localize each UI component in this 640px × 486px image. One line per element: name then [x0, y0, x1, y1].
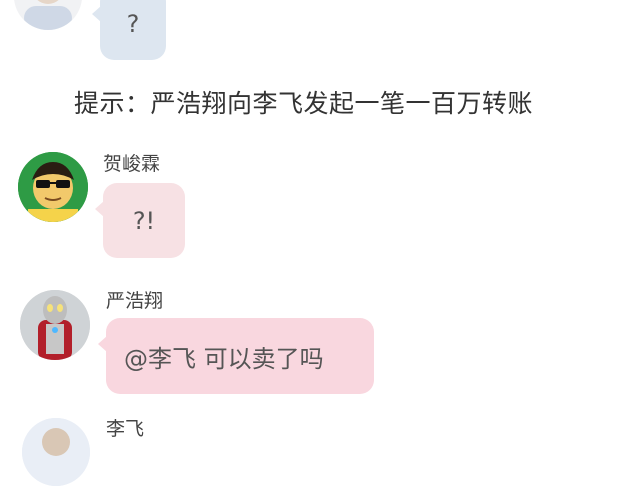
user-avatar-top-icon: [14, 0, 82, 30]
message-bubble-he: ?!: [95, 183, 185, 258]
cartoon-sunglasses-avatar-icon: [18, 152, 88, 222]
message-text: ?!: [132, 206, 156, 235]
sender-name-li: 李飞: [106, 418, 145, 440]
ultraman-avatar-icon: [20, 290, 90, 360]
sender-name-he: 贺峻霖: [103, 153, 161, 175]
chat-avatar-top[interactable]: [14, 0, 82, 30]
chat-avatar-li[interactable]: [22, 418, 90, 486]
chat-avatar-yan[interactable]: [20, 290, 90, 360]
message-bubble-question: ?: [92, 0, 166, 60]
message-text: ?: [126, 10, 140, 38]
message-text: @李飞 可以卖了吗: [124, 344, 324, 373]
user-avatar-bottom-icon: [22, 418, 90, 486]
system-tip-text: 提示：严浩翔向李飞发起一笔一百万转账: [74, 89, 534, 118]
chat-avatar-he[interactable]: [18, 152, 88, 222]
message-bubble-yan: @李飞 可以卖了吗: [98, 318, 374, 394]
sender-name-yan: 严浩翔: [106, 290, 164, 312]
